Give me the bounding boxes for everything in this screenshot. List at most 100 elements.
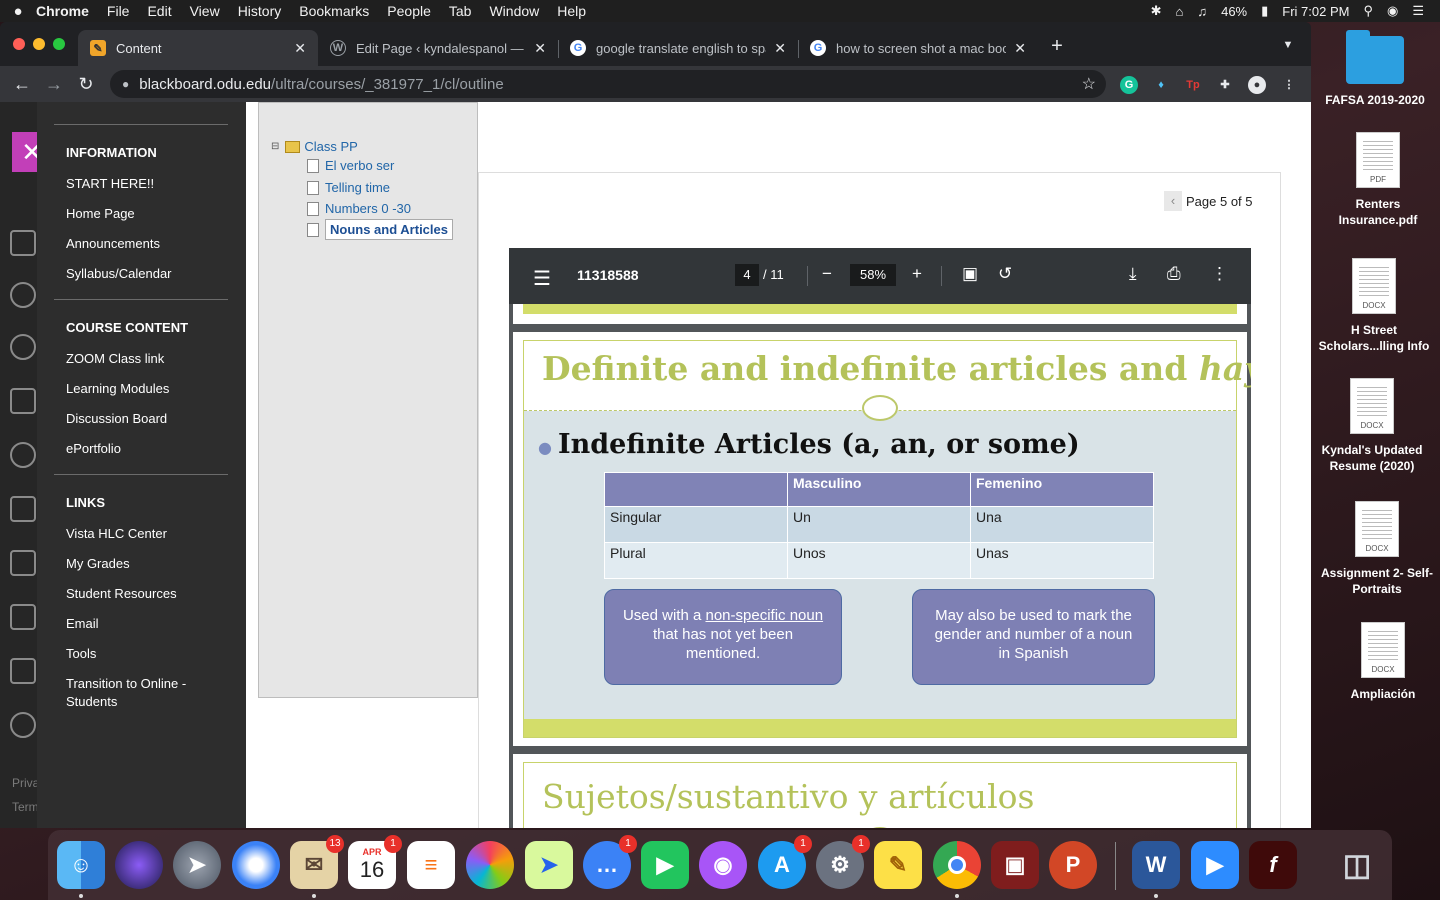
clock[interactable]: Fri 7:02 PM xyxy=(1282,4,1349,19)
nav-link-syllabus[interactable]: Syllabus/Calendar xyxy=(66,265,236,283)
tab-edit-page[interactable]: W Edit Page ‹ kyndalespanol — W ✕ xyxy=(318,30,558,66)
rotate-icon[interactable]: ↺ xyxy=(998,264,1012,284)
desktop-file-assignment-2[interactable]: DOCX Assignment 2- Self-Portraits xyxy=(1317,501,1437,597)
zoom-video-icon[interactable]: ▶ xyxy=(1191,841,1239,889)
tree-folder-class-pp[interactable]: ⊟ Class PP xyxy=(271,139,358,154)
close-tab-icon[interactable]: ✕ xyxy=(534,40,546,57)
desktop-file-renters-insurance[interactable]: PDF Renters Insurance.pdf xyxy=(1318,132,1438,228)
new-tab-plus-icon[interactable]: + xyxy=(1045,34,1069,58)
battery-icon[interactable]: ▮ xyxy=(1261,3,1268,19)
nav-link-discussion-board[interactable]: Discussion Board xyxy=(66,410,236,428)
extensions-puzzle-icon[interactable]: ✚ xyxy=(1216,76,1234,94)
hamburger-menu-icon[interactable]: ☰ xyxy=(533,266,551,291)
calendar-app-icon[interactable]: APR 16 1 xyxy=(348,835,402,889)
terms-link[interactable]: Term xyxy=(12,800,39,814)
menu-file[interactable]: File xyxy=(107,3,130,19)
tab-content[interactable]: ✎ Content ✕ xyxy=(78,30,318,66)
tree-item-nouns-articles[interactable]: Nouns and Articles xyxy=(325,219,453,240)
tab-search-chevron-down-icon[interactable]: ▼ xyxy=(1277,34,1299,56)
bookmark-star-icon[interactable]: ☆ xyxy=(1082,74,1096,94)
menu-view[interactable]: View xyxy=(190,3,220,19)
menu-people[interactable]: People xyxy=(387,3,431,19)
sign-out-icon[interactable] xyxy=(10,712,36,738)
system-preferences-gear-icon[interactable]: ⚙ 1 xyxy=(816,835,870,889)
siri-icon[interactable]: ◉ xyxy=(1387,3,1398,19)
tab-google-translate[interactable]: G google translate english to spa ✕ xyxy=(558,30,798,66)
close-tab-icon[interactable]: ✕ xyxy=(1014,40,1026,57)
menu-app-name[interactable]: Chrome xyxy=(36,3,89,19)
close-tab-icon[interactable]: ✕ xyxy=(774,40,786,57)
desktop-file-ampliacion[interactable]: DOCX Ampliación xyxy=(1323,622,1440,702)
nav-link-tools[interactable]: Tools xyxy=(66,645,236,663)
zoom-in-plus-icon[interactable]: + xyxy=(912,264,922,284)
nav-link-transition-online[interactable]: Transition to Online - Students xyxy=(66,675,236,711)
close-window-button[interactable] xyxy=(13,38,25,50)
facetime-camera-icon[interactable]: ▶ xyxy=(641,841,689,889)
tab-screenshot-search[interactable]: G how to screen shot a mac book ✕ xyxy=(798,30,1038,66)
nav-link-zoom[interactable]: ZOOM Class link xyxy=(66,350,236,368)
nav-link-my-grades[interactable]: My Grades xyxy=(66,555,236,573)
tree-item-numbers[interactable]: Numbers 0 -30 xyxy=(307,201,411,216)
apple-menu-icon[interactable]: ● xyxy=(0,3,36,20)
lock-icon[interactable]: ● xyxy=(122,77,129,91)
nav-link-announcements[interactable]: Announcements xyxy=(66,235,236,253)
messages-envelope-icon[interactable] xyxy=(10,550,36,576)
podcasts-icon[interactable]: ◉ xyxy=(699,841,747,889)
powerpoint-icon[interactable]: P xyxy=(1049,841,1097,889)
address-bar[interactable]: ● blackboard.odu.edu /ultra/courses/_381… xyxy=(110,70,1106,98)
word-icon[interactable]: W xyxy=(1132,841,1180,889)
organizations-icon[interactable] xyxy=(10,442,36,468)
menu-tab[interactable]: Tab xyxy=(449,3,472,19)
photo-booth-icon[interactable]: ▣ xyxy=(991,841,1039,889)
nav-link-email[interactable]: Email xyxy=(66,615,236,633)
menu-help[interactable]: Help xyxy=(557,3,586,19)
notes-icon[interactable]: ✎ xyxy=(874,841,922,889)
nav-link-student-resources[interactable]: Student Resources xyxy=(66,585,236,603)
fit-page-icon[interactable]: ▣ xyxy=(962,264,978,284)
volume-icon[interactable]: ♫ xyxy=(1197,4,1207,19)
menu-window[interactable]: Window xyxy=(489,3,539,19)
bluetooth-icon[interactable]: ✱ xyxy=(1151,3,1162,19)
previous-page-chevron-icon[interactable]: ‹ xyxy=(1164,191,1182,211)
trash-icon[interactable]: ◫ xyxy=(1333,841,1381,889)
zoom-window-button[interactable] xyxy=(53,38,65,50)
chrome-icon[interactable] xyxy=(933,841,981,889)
safari-compass-icon[interactable] xyxy=(232,841,280,889)
pdf-zoom-input[interactable]: 58% xyxy=(850,264,896,286)
edit-icon[interactable] xyxy=(10,658,36,684)
courses-icon[interactable] xyxy=(10,388,36,414)
zoom-out-minus-icon[interactable]: − xyxy=(822,264,832,284)
flash-player-icon[interactable]: f xyxy=(1249,841,1297,889)
calendar-icon[interactable] xyxy=(10,496,36,522)
desktop-file-resume[interactable]: DOCX Kyndal's Updated Resume (2020) xyxy=(1312,378,1432,474)
minimize-window-button[interactable] xyxy=(33,38,45,50)
tree-item-telling-time[interactable]: Telling time xyxy=(307,180,390,195)
menu-bookmarks[interactable]: Bookmarks xyxy=(299,3,369,19)
messages-bubble-icon[interactable]: … 1 xyxy=(583,835,637,889)
maps-icon[interactable]: ➤ xyxy=(525,841,573,889)
tp-extension-icon[interactable]: Tp xyxy=(1184,76,1202,94)
reload-icon[interactable]: ↻ xyxy=(74,72,98,96)
institution-icon[interactable] xyxy=(10,230,36,256)
grammarly-extension-icon[interactable]: G xyxy=(1120,76,1138,94)
print-icon[interactable]: ⎙ xyxy=(1167,264,1181,284)
download-icon[interactable]: ⤓ xyxy=(1129,264,1137,284)
nav-link-home-page[interactable]: Home Page xyxy=(66,205,236,223)
forward-arrow-icon[interactable]: → xyxy=(42,72,66,96)
shield-extension-icon[interactable]: ♦ xyxy=(1152,76,1170,94)
wifi-icon[interactable]: ⌂ xyxy=(1175,4,1183,19)
profile-avatar-icon[interactable]: ● xyxy=(1248,76,1266,94)
profile-icon[interactable] xyxy=(10,282,36,308)
back-arrow-icon[interactable]: ← xyxy=(10,72,34,96)
nav-link-eportfolio[interactable]: ePortfolio xyxy=(66,440,236,458)
spotlight-search-icon[interactable]: ⚲ xyxy=(1363,3,1373,19)
menu-history[interactable]: History xyxy=(238,3,282,19)
chrome-menu-kebab-icon[interactable]: ⋮ xyxy=(1280,76,1298,94)
launchpad-rocket-icon[interactable]: ➤ xyxy=(173,841,221,889)
pdf-more-kebab-icon[interactable]: ⋮ xyxy=(1211,264,1228,284)
notification-center-icon[interactable]: ☰ xyxy=(1412,3,1424,19)
reminders-list-icon[interactable]: ≡ xyxy=(407,841,455,889)
desktop-folder-fafsa[interactable]: FAFSA 2019-2020 xyxy=(1315,30,1435,108)
pdf-page-input[interactable]: 4 xyxy=(735,264,759,286)
nav-link-start-here[interactable]: START HERE!! xyxy=(66,175,236,193)
